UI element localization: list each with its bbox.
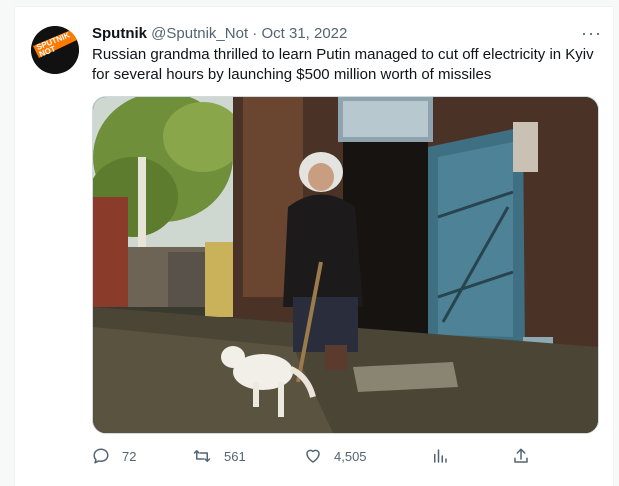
views-button[interactable] — [431, 444, 449, 468]
like-count: 4,505 — [334, 448, 367, 464]
action-bar: 72 561 4,505 — [92, 444, 597, 468]
tweet-photo[interactable] — [92, 96, 599, 434]
retweet-icon — [193, 450, 211, 462]
tweet-date[interactable]: Oct 31, 2022 — [261, 25, 347, 42]
sputnik-logo-icon: SPUTNIK NOT — [31, 26, 79, 74]
retweet-button[interactable]: 561 — [192, 444, 246, 468]
reply-button[interactable]: 72 — [92, 444, 136, 468]
share-icon — [514, 448, 528, 463]
more-options-button[interactable]: ··· — [581, 24, 602, 42]
share-button[interactable] — [512, 444, 530, 468]
photo-image — [93, 97, 598, 433]
retweet-count: 561 — [224, 448, 246, 464]
like-button[interactable]: 4,505 — [304, 444, 367, 468]
reply-icon — [93, 448, 109, 464]
tweet-text: Russian grandma thrilled to learn Putin … — [92, 46, 594, 83]
user-handle[interactable]: @Sputnik_Not — [151, 25, 248, 42]
heart-icon — [306, 449, 320, 463]
reply-count: 72 — [122, 448, 137, 464]
avatar[interactable]: SPUTNIK NOT — [31, 26, 79, 74]
tweet-card[interactable]: SPUTNIK NOT Sputnik @Sputnik_Not · Oct 3… — [14, 6, 614, 486]
tweet-header: Sputnik @Sputnik_Not · Oct 31, 2022 — [92, 24, 347, 44]
analytics-icon — [434, 449, 447, 463]
separator-dot: · — [252, 25, 258, 42]
display-name[interactable]: Sputnik — [92, 25, 147, 42]
